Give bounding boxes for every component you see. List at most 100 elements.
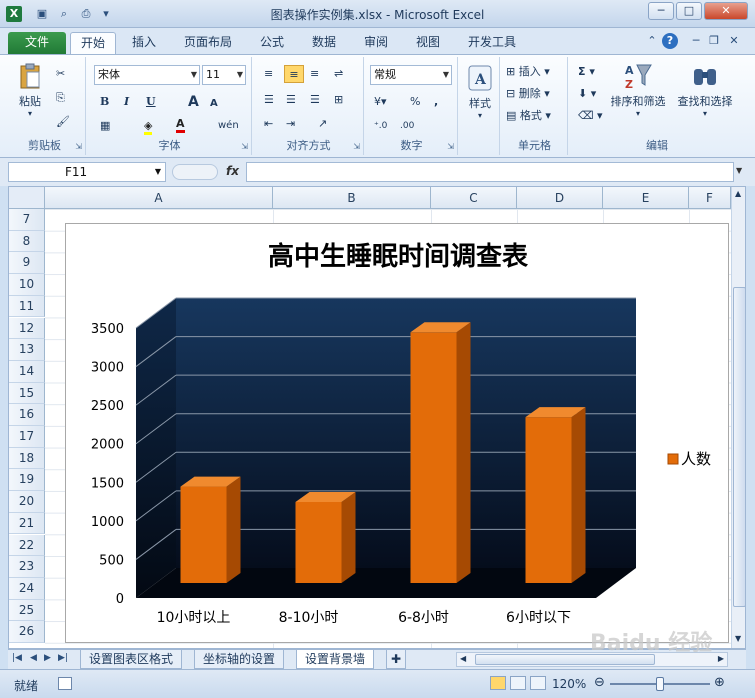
select-all-corner[interactable]	[9, 187, 45, 209]
font-launcher-icon[interactable]: ⇲	[241, 142, 248, 151]
sort-filter-button[interactable]: AZ 排序和筛选 ▾	[606, 61, 670, 118]
align-left-icon[interactable]: ☰	[264, 91, 274, 109]
workbook-minimize-icon[interactable]: ─	[688, 33, 704, 49]
merge-center-icon[interactable]: ⊞	[334, 91, 343, 109]
cut-icon[interactable]: ✂	[56, 65, 65, 83]
align-top-icon[interactable]: ≡	[264, 65, 273, 83]
row-header-10[interactable]: 10	[9, 274, 45, 296]
clear-icon[interactable]: ⌫ ▾	[578, 107, 603, 125]
column-header-a[interactable]: A	[45, 187, 273, 209]
formula-divider-handle[interactable]	[172, 164, 218, 180]
next-sheet-icon[interactable]: ▶	[44, 653, 51, 663]
collapse-ribbon-icon[interactable]: ⌃	[644, 33, 660, 49]
workbook-close-icon[interactable]: ✕	[726, 33, 742, 49]
clipboard-launcher-icon[interactable]: ⇲	[75, 142, 82, 151]
tab-developer[interactable]: 开发工具	[458, 32, 526, 54]
row-header-15[interactable]: 15	[9, 382, 45, 405]
close-button[interactable]: ✕	[704, 2, 748, 20]
row-header-11[interactable]: 11	[9, 295, 45, 318]
row-header-22[interactable]: 22	[9, 534, 45, 557]
row-header-14[interactable]: 14	[9, 360, 45, 383]
tab-data[interactable]: 数据	[302, 32, 346, 54]
macro-record-icon[interactable]	[58, 677, 72, 690]
column-header-f[interactable]: F	[689, 187, 731, 209]
autosum-button[interactable]: Σ ▾	[578, 63, 595, 81]
percent-button[interactable]: %	[410, 93, 420, 111]
tab-file[interactable]: 文件	[8, 32, 66, 54]
increase-indent-icon[interactable]: ⇥	[286, 115, 295, 133]
row-header-21[interactable]: 21	[9, 512, 45, 535]
zoom-in-icon[interactable]: ⊕	[714, 675, 725, 690]
row-header-7[interactable]: 7	[9, 209, 45, 231]
scroll-down-icon[interactable]: ▼	[735, 634, 741, 643]
tab-page-layout[interactable]: 页面布局	[174, 32, 242, 54]
chart-area[interactable]: 高中生睡眠时间调查表 0 500 1000 1500 2000 2500 3000 3500 1…	[65, 223, 729, 643]
row-header-20[interactable]: 20	[9, 491, 45, 513]
last-sheet-icon[interactable]: ▶|	[58, 653, 68, 663]
zoom-out-icon[interactable]: ⊖	[594, 675, 605, 690]
row-header-17[interactable]: 17	[9, 426, 45, 448]
formula-input[interactable]	[246, 162, 734, 182]
styles-button[interactable]: A 样式 ▾	[462, 63, 498, 120]
row-header-13[interactable]: 13	[9, 339, 45, 361]
shrink-font-button[interactable]: A	[210, 95, 218, 113]
font-name-combo[interactable]: 宋体 ▼	[94, 65, 200, 85]
format-painter-icon[interactable]: 🖌	[56, 113, 70, 131]
row-header-18[interactable]: 18	[9, 447, 45, 470]
help-icon[interactable]: ?	[662, 33, 678, 49]
fill-icon[interactable]: ⬇ ▾	[578, 85, 596, 103]
scroll-left-icon[interactable]: ◀	[460, 654, 466, 663]
tab-insert[interactable]: 插入	[122, 32, 166, 54]
first-sheet-icon[interactable]: |◀	[12, 653, 22, 663]
expand-formula-bar-icon[interactable]: ▼	[736, 166, 742, 175]
worksheet-grid[interactable]: A B C D E F 7 8 9 10 11 12 13 14 15 16 17 18 19 20 21 2…	[8, 186, 746, 649]
sheet-tab-axis-settings[interactable]: 坐标轴的设置	[194, 650, 285, 669]
tab-home[interactable]: 开始	[70, 32, 117, 54]
column-header-b[interactable]: B	[273, 187, 431, 209]
tab-review[interactable]: 审阅	[354, 32, 398, 54]
sheet-tab-chart-area-format[interactable]: 设置图表区格式	[80, 650, 183, 669]
insert-function-button[interactable]: fx	[226, 164, 239, 178]
row-header-24[interactable]: 24	[9, 577, 45, 600]
minimize-button[interactable]: ─	[648, 2, 674, 20]
prev-sheet-icon[interactable]: ◀	[30, 653, 37, 663]
row-header-26[interactable]: 26	[9, 621, 45, 643]
decrease-indent-icon[interactable]: ⇤	[264, 115, 273, 133]
normal-view-icon[interactable]	[490, 676, 506, 690]
page-layout-view-icon[interactable]	[510, 676, 526, 690]
name-box[interactable]: F11 ▼	[8, 162, 166, 182]
page-break-view-icon[interactable]	[530, 676, 546, 690]
row-header-8[interactable]: 8	[9, 230, 45, 253]
font-size-combo[interactable]: 11 ▼	[202, 65, 246, 85]
delete-cells-button[interactable]: ⊟ 删除 ▾	[506, 85, 550, 103]
paste-button[interactable]: 粘贴 ▾	[10, 61, 50, 118]
grow-font-button[interactable]: A	[188, 93, 199, 111]
underline-button[interactable]: U	[146, 93, 156, 111]
number-launcher-icon[interactable]: ⇲	[447, 142, 454, 151]
align-bottom-icon[interactable]: ≡	[310, 65, 319, 83]
italic-button[interactable]: I	[124, 93, 129, 111]
row-header-12[interactable]: 12	[9, 317, 45, 340]
bold-button[interactable]: B	[100, 93, 109, 111]
alignment-launcher-icon[interactable]: ⇲	[353, 142, 360, 151]
format-cells-button[interactable]: ▤ 格式 ▾	[506, 107, 551, 125]
tab-formulas[interactable]: 公式	[250, 32, 294, 54]
tab-view[interactable]: 视图	[406, 32, 450, 54]
row-header-16[interactable]: 16	[9, 404, 45, 426]
column-header-d[interactable]: D	[517, 187, 603, 209]
increase-decimal-icon[interactable]: ⁺.0	[374, 117, 387, 135]
zoom-level[interactable]: 120%	[552, 677, 586, 691]
align-center-icon[interactable]: ☰	[286, 91, 296, 109]
paste-dropdown-icon[interactable]: ▾	[10, 109, 50, 118]
vertical-scroll-thumb[interactable]	[733, 287, 745, 607]
align-right-icon[interactable]: ☰	[310, 91, 320, 109]
vertical-scrollbar[interactable]: ▲ ▼	[731, 187, 745, 648]
row-header-23[interactable]: 23	[9, 556, 45, 578]
orientation-icon[interactable]: ↗	[318, 115, 327, 133]
wrap-text-icon[interactable]: ⇌	[334, 65, 343, 83]
sheet-tab-background-wall[interactable]: 设置背景墙	[296, 650, 375, 669]
chevron-down-icon[interactable]: ▼	[155, 163, 161, 181]
align-middle-icon[interactable]: ≡	[284, 65, 304, 83]
accounting-format-icon[interactable]: ¥▾	[374, 93, 387, 111]
insert-cells-button[interactable]: ⊞ 插入 ▾	[506, 63, 550, 81]
